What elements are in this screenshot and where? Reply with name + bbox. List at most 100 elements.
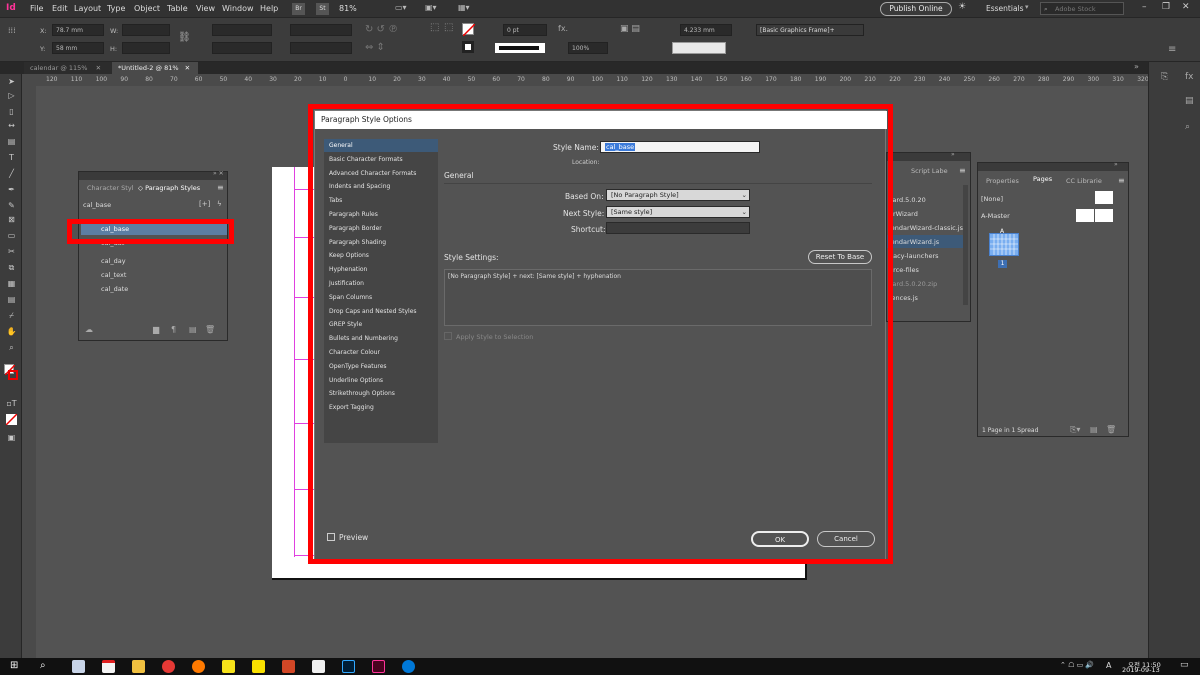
rectangle-frame-tool-icon[interactable]: ⊠ (6, 214, 17, 225)
scale-y-field[interactable] (212, 42, 272, 54)
panel-menu-icon[interactable]: ≡ (1118, 176, 1125, 185)
free-transform-tool-icon[interactable]: ⧉ (6, 262, 17, 273)
menu-window[interactable]: Window (222, 4, 254, 13)
width-field[interactable] (122, 24, 170, 36)
new-style-from-selection-icon[interactable]: [+] (199, 200, 210, 208)
firefox-icon[interactable] (192, 660, 205, 673)
pages-dock-icon[interactable]: ⎘ (1161, 72, 1168, 82)
line-tool-icon[interactable]: ╱ (6, 168, 17, 179)
page-tool-icon[interactable]: ▯ (6, 106, 17, 117)
script-item[interactable]: urce-files (889, 266, 919, 274)
panel-header[interactable]: » (887, 151, 970, 161)
script-item[interactable]: lendarWizard-classic.js (889, 224, 963, 232)
tab-character-styles[interactable]: Character Styl (87, 184, 133, 192)
x-position-field[interactable]: 78.7 mm (52, 24, 104, 36)
constrain-proportions-icon[interactable]: ⛓ (178, 32, 191, 43)
tab-script-label[interactable]: Script Labe (911, 167, 948, 175)
pencil-tool-icon[interactable]: ✎ (6, 200, 17, 211)
fill-swatch-icon[interactable] (462, 23, 476, 37)
zoom-tool-icon[interactable]: ⌕ (6, 342, 17, 353)
app-icon[interactable] (72, 660, 85, 673)
direct-selection-tool-icon[interactable]: ▷ (6, 90, 17, 101)
stroke-swatch-icon[interactable] (462, 41, 474, 53)
scale-x-field[interactable] (212, 24, 272, 36)
new-page-icon[interactable]: ▤ (1090, 425, 1098, 434)
zoom-level[interactable]: 81% (339, 4, 357, 13)
sticky-notes-icon[interactable] (222, 660, 235, 673)
workspace-chevron-icon[interactable]: ▾ (1025, 3, 1029, 11)
offset-field[interactable]: 4.233 mm (680, 24, 732, 36)
lightning-icon[interactable]: ϟ (217, 200, 222, 208)
file-explorer-icon[interactable] (132, 660, 145, 673)
tab-properties[interactable]: Properties (986, 177, 1019, 185)
effects-dock-icon[interactable]: fx (1185, 72, 1194, 82)
menu-file[interactable]: File (30, 4, 43, 13)
tab-calendar[interactable]: calendar @ 115% ✕ (24, 62, 112, 74)
clock-date[interactable]: 2019-09-13 (1122, 666, 1160, 674)
trash-icon[interactable]: 🗑 (205, 325, 215, 334)
script-item[interactable]: zard.5.0.20 (889, 196, 926, 204)
powerpoint-icon[interactable] (282, 660, 295, 673)
content-collector-icon[interactable]: ▤ (6, 136, 17, 147)
a-master-left-thumbnail[interactable] (1076, 209, 1094, 222)
search-icon[interactable]: ⌕ (40, 660, 46, 671)
a-master-right-thumbnail[interactable] (1095, 209, 1113, 222)
none-master-thumbnail[interactable] (1095, 191, 1113, 204)
menu-layout[interactable]: Layout (74, 4, 101, 13)
tray-icons[interactable]: ⌃ ☖ ▭ 🔊 (1060, 661, 1094, 669)
a-master-label[interactable]: A-Master (981, 212, 1010, 220)
rectangle-tool-icon[interactable]: ▭ (6, 230, 17, 241)
text-wrap-icon[interactable]: ▣ ▤ (620, 24, 640, 34)
eyedropper-tool-icon[interactable]: ⌿ (6, 310, 17, 321)
menu-object[interactable]: Object (134, 4, 160, 13)
select-container-icon[interactable]: ⬚ (430, 22, 439, 33)
panel-menu-icon[interactable]: ≡ (217, 183, 224, 192)
page-number-label[interactable]: 1 (998, 260, 1007, 268)
chrome-icon[interactable] (162, 660, 175, 673)
trash-icon[interactable]: 🗑 (1106, 425, 1116, 434)
formatting-container-icon[interactable]: ▫T (6, 398, 17, 409)
menu-help[interactable]: Help (260, 4, 278, 13)
tab-cc-libraries[interactable]: CC Librarie (1066, 177, 1102, 185)
corner-shape-selector[interactable] (672, 42, 726, 54)
effects-icon[interactable]: fx. (558, 24, 568, 33)
y-position-field[interactable]: 58 mm (52, 42, 104, 54)
script-item[interactable]: gacy-launchers (889, 252, 939, 260)
screen-mode-icon[interactable]: ▭▾ (395, 3, 407, 12)
input-language[interactable]: A (1106, 661, 1111, 670)
layers-dock-icon[interactable]: ▤ (1185, 96, 1194, 106)
panel-header[interactable]: » (978, 161, 1128, 171)
tab-pages[interactable]: Pages (1030, 175, 1056, 183)
style-item-cal-text[interactable]: cal_text (81, 268, 227, 281)
cloud-icon[interactable]: ☁ (85, 325, 93, 334)
maximize-icon[interactable]: ❐ (1162, 2, 1170, 12)
flip-icon[interactable]: ⇔ ⇕ (365, 42, 385, 53)
indesign-taskbar-icon[interactable] (372, 660, 385, 673)
pen-tool-icon[interactable]: ✒ (6, 184, 17, 195)
hand-tool-icon[interactable]: ✋ (6, 326, 17, 337)
tab-untitled-2[interactable]: *Untitled-2 @ 81% ✕ (112, 62, 198, 74)
gap-tool-icon[interactable]: ↔ (6, 120, 17, 131)
object-style-dropdown[interactable]: [Basic Graphics Frame]+ (756, 24, 864, 36)
workspace-switcher[interactable]: Essentials (986, 4, 1024, 13)
clear-overrides-icon[interactable]: ¶ (171, 325, 176, 334)
tabs-overflow-icon[interactable]: » (1134, 62, 1139, 71)
menu-type[interactable]: Type (107, 4, 125, 13)
shear-field[interactable] (290, 42, 352, 54)
panel-menu-icon[interactable]: ≡ (1168, 44, 1176, 55)
notifications-icon[interactable]: ▭ (1180, 660, 1189, 670)
windows-start-icon[interactable]: ⊞ (10, 660, 18, 671)
edit-page-size-icon[interactable]: ⎘▾ (1070, 425, 1080, 435)
calendar-app-icon[interactable] (102, 660, 115, 673)
kakaotalk-icon[interactable] (252, 660, 265, 673)
opacity-field[interactable]: 100% (568, 42, 608, 54)
menu-view[interactable]: View (196, 4, 215, 13)
publish-online-button[interactable]: Publish Online (880, 2, 952, 16)
reference-point-icon[interactable]: ⁞⁞⁞ (8, 26, 16, 35)
stroke-color-icon[interactable] (8, 370, 18, 380)
rotate-icon[interactable]: ↻ ↺ ℗ (365, 24, 398, 35)
none-master-label[interactable]: [None] (981, 195, 1003, 203)
close-tab-icon[interactable]: ✕ (96, 64, 101, 72)
script-item[interactable]: arWizard (889, 210, 918, 218)
type-tool-icon[interactable]: T (6, 152, 17, 163)
